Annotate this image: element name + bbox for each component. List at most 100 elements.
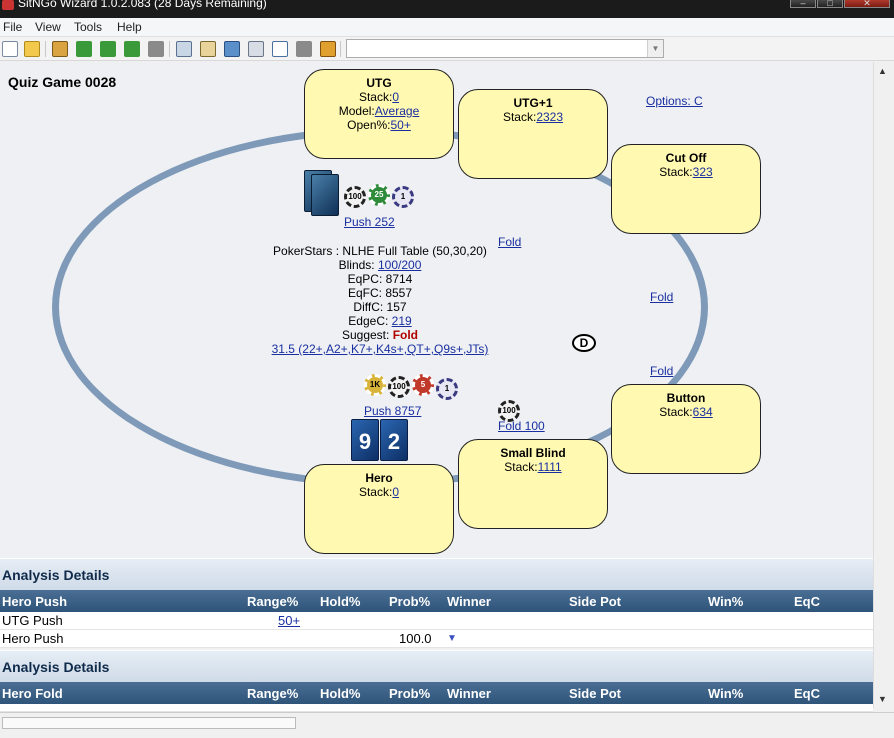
calculator-icon[interactable]: [248, 41, 264, 57]
menu-bar: File View Tools Help: [0, 18, 894, 37]
seat-small-blind: Small Blind Stack:1111: [458, 439, 608, 529]
suggestion: Fold: [392, 328, 419, 342]
app-icon: [2, 0, 14, 10]
model-link[interactable]: Average: [375, 104, 419, 118]
home-icon[interactable]: [52, 41, 68, 57]
paste-icon[interactable]: [200, 41, 216, 57]
dropdown-triangle-icon[interactable]: ▼: [447, 633, 457, 644]
options-link[interactable]: Options: C: [646, 94, 703, 108]
chip-icon: 100: [344, 186, 366, 208]
back-arrow-icon[interactable]: [100, 41, 116, 57]
edgec-link[interactable]: 219: [392, 314, 412, 328]
card-back-icon: [311, 174, 339, 216]
open-folder-icon[interactable]: [24, 41, 40, 57]
table-row: UTG Push 50+: [0, 612, 873, 630]
seat-name: Cut Off: [665, 151, 707, 165]
col-hold: Hold%: [320, 594, 361, 609]
diffc-line: DiffC: 157: [353, 300, 407, 314]
copy-icon[interactable]: [176, 41, 192, 57]
chip-icon: 5: [412, 374, 434, 396]
seat-model-line: Model:Average: [338, 104, 420, 118]
col-side-pot: Side Pot: [569, 686, 622, 701]
analysis-columns: Hero Fold Range% Hold% Prob% Winner Side…: [0, 682, 873, 704]
menu-file[interactable]: File: [3, 20, 22, 34]
analysis-columns: Hero Push Range% Hold% Prob% Winner Side…: [0, 590, 873, 612]
table-view: Quiz Game 0028 Options: C UTG Stack:0 Mo…: [0, 62, 873, 558]
seat-name: UTG: [366, 76, 392, 90]
seat-stack-line: Stack:0: [358, 485, 400, 499]
edgec-line: EdgeC: 219: [348, 314, 412, 328]
eqpc-line: EqPC: 8714: [347, 272, 413, 286]
seat-open-line: Open%:50+: [347, 118, 411, 132]
chip-icon: 1K: [364, 374, 386, 396]
stack-link[interactable]: 634: [693, 405, 713, 419]
analysis-header: Analysis Details: [0, 650, 873, 682]
hero-card: 2: [380, 419, 408, 461]
seat-name: Hero: [365, 471, 393, 485]
quiz-select[interactable]: ▼: [346, 39, 664, 58]
scrollbar-thumb[interactable]: [2, 717, 296, 729]
seat-hero: Hero Stack:0: [304, 464, 454, 554]
col-range: Range%: [247, 594, 299, 609]
forward-arrow-icon[interactable]: [124, 41, 140, 57]
seat-stack-line: Stack:1111: [504, 460, 562, 474]
chart-icon[interactable]: [272, 41, 288, 57]
toolbar-separator: [169, 41, 170, 57]
horizontal-scrollbar[interactable]: [0, 712, 894, 738]
analysis-header: Analysis Details: [0, 558, 873, 590]
new-file-icon[interactable]: [2, 41, 18, 57]
scroll-down-icon[interactable]: ▼: [878, 694, 887, 704]
toolbar: ▼: [0, 37, 894, 61]
button-action-link[interactable]: Fold: [650, 364, 673, 378]
blinds-link[interactable]: 100/200: [378, 258, 421, 272]
scroll-up-icon[interactable]: ▲: [878, 66, 887, 76]
small-blind-action-link[interactable]: Fold 100: [498, 419, 545, 433]
col-win: Win%: [708, 594, 744, 609]
menu-tools[interactable]: Tools: [74, 20, 102, 34]
seat-utg1: UTG+1 Stack:2323: [458, 89, 608, 179]
col-eqc: EqC: [794, 686, 820, 701]
stack-link[interactable]: 323: [693, 165, 713, 179]
suggest-line: Suggest: Fold: [341, 328, 419, 342]
seat-utg: UTG Stack:0 Model:Average Open%:50+: [304, 69, 454, 159]
seat-name: UTG+1: [513, 96, 553, 110]
menu-view[interactable]: View: [35, 20, 61, 34]
hero-action-link[interactable]: Push 8757: [364, 404, 421, 418]
stop-icon[interactable]: [148, 41, 164, 57]
up-arrow-icon[interactable]: [76, 41, 92, 57]
settings-icon[interactable]: [320, 41, 336, 57]
col-range: Range%: [247, 686, 299, 701]
open-range-link[interactable]: 50+: [391, 118, 411, 132]
stack-link[interactable]: 0: [392, 90, 399, 104]
range-link[interactable]: 50+: [278, 613, 300, 628]
cutoff-action-link[interactable]: Fold: [650, 290, 673, 304]
window-title: SitNGo Wizard 1.0.2.083 (28 Days Remaini…: [18, 0, 267, 10]
image-icon[interactable]: [224, 41, 240, 57]
utg-action-link[interactable]: Push 252: [344, 215, 395, 229]
col-hero-push: Hero Push: [2, 594, 68, 609]
vertical-scrollbar[interactable]: ▲ ▼: [873, 62, 894, 708]
close-button[interactable]: ✕: [844, 0, 890, 8]
seat-stack-line: Stack:2323: [502, 110, 564, 124]
seat-cutoff: Cut Off Stack:323: [611, 144, 761, 234]
seat-button: Button Stack:634: [611, 384, 761, 474]
stack-link[interactable]: 2323: [536, 110, 563, 124]
menu-help[interactable]: Help: [117, 20, 142, 34]
title-bar: SitNGo Wizard 1.0.2.083 (28 Days Remaini…: [0, 0, 894, 18]
col-prob: Prob%: [389, 594, 431, 609]
minimize-button[interactable]: –: [790, 0, 816, 8]
eqfc-line: EqFC: 8557: [347, 286, 413, 300]
col-side-pot: Side Pot: [569, 594, 622, 609]
seat-stack-line: Stack:323: [659, 165, 713, 179]
col-winner: Winner: [447, 686, 491, 701]
chevron-down-icon[interactable]: ▼: [647, 40, 663, 57]
maximize-button[interactable]: □: [817, 0, 843, 8]
chip-icon: 1: [392, 186, 414, 208]
quiz-title: Quiz Game 0028: [8, 74, 117, 90]
chip-icon: 25: [368, 184, 390, 206]
col-eqc: EqC: [794, 594, 820, 609]
stack-link[interactable]: 0: [392, 485, 399, 499]
range-link[interactable]: 31.5 (22+,A2+,K7+,K4s+,QT+,Q9s+,JTs): [225, 342, 535, 356]
stack-link[interactable]: 1111: [538, 460, 562, 474]
tag-icon[interactable]: [296, 41, 312, 57]
